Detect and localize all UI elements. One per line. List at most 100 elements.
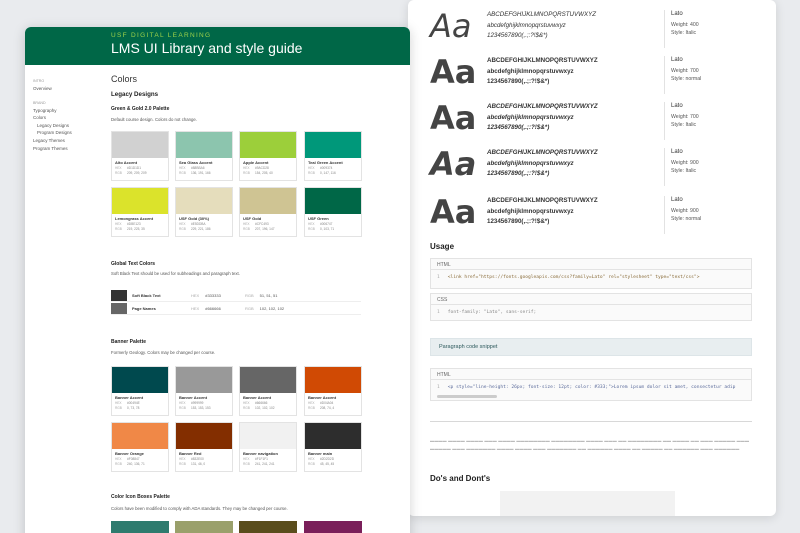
weight-value: 700 bbox=[689, 114, 699, 120]
swatch-rgb: RGB 136, 191, 166 bbox=[176, 171, 232, 176]
color-swatch: Lemongrass Accent HEX #DBE123 RGB 219, 225, … bbox=[111, 187, 169, 237]
code-horizontal-scrollbar[interactable] bbox=[437, 395, 497, 398]
hex-value: #999999 bbox=[191, 401, 204, 405]
hex-value: #666666 bbox=[255, 401, 268, 405]
font-meta: Lato Weight: 700 Style: Italic bbox=[664, 102, 699, 140]
font-sample-row: Aa ABCDEFGHIJKLMNOPQRSTUVWXYZ abcdefghijkl… bbox=[430, 98, 760, 144]
swatch-color-block bbox=[176, 132, 232, 158]
sidebar-item-program-themes[interactable]: Program Themes bbox=[33, 145, 103, 153]
rgb-label: RGB bbox=[115, 462, 122, 467]
font-meta: Lato Weight: 900 Style: normal bbox=[664, 196, 701, 234]
swatch-color-block bbox=[305, 423, 361, 449]
rgb-label: RGB bbox=[115, 227, 122, 232]
html-label-2: HTML bbox=[431, 369, 751, 380]
font-character-samples: ABCDEFGHIJKLMNOPQRSTUVWXYZ abcdefghijklmn… bbox=[487, 148, 598, 180]
swatch-name: Banner Accent bbox=[179, 395, 208, 400]
uppercase-sample: ABCDEFGHIJKLMNOPQRSTUVWXYZ bbox=[487, 57, 598, 64]
swatch-rgb: RGB 153, 153, 153 bbox=[176, 406, 232, 411]
hex-value: #88BBA6 bbox=[191, 166, 205, 170]
rgb-value: 131, 46, 0 bbox=[191, 462, 206, 467]
rgb-value: 0, 73, 78 bbox=[127, 406, 140, 411]
style-value: Italic bbox=[685, 168, 697, 174]
color-icon-box-swatch bbox=[239, 521, 297, 533]
hex-label: HEX bbox=[191, 293, 200, 298]
style-label: Style: bbox=[671, 30, 684, 36]
swatch-name: Alto Accent bbox=[115, 160, 138, 165]
paragraph-code-block: HTML 1 <p style="line-height: 26px; font-… bbox=[430, 368, 752, 401]
style-label: Style: bbox=[671, 122, 684, 128]
rgb-label: RGB bbox=[179, 406, 186, 411]
font-weight: Weight: 700 bbox=[671, 113, 699, 121]
swatch-rgb: RGB 229, 221, 186 bbox=[176, 227, 232, 232]
color-chip bbox=[111, 303, 127, 314]
font-meta: Lato Weight: 400 Style: Italic bbox=[664, 10, 699, 48]
font-weight: Weight: 900 bbox=[671, 159, 699, 167]
font-glyph-preview: Aa bbox=[430, 145, 477, 183]
font-style: Style: Italic bbox=[671, 121, 699, 129]
dos-example-box bbox=[500, 491, 675, 516]
html-code-line[interactable]: 1 <link href="https://fonts.googleapis.co… bbox=[431, 270, 751, 285]
hex-value: #006747 bbox=[320, 222, 333, 226]
html-code: <link href="https://fonts.googleapis.com… bbox=[447, 275, 700, 280]
font-name: Lato bbox=[671, 149, 683, 155]
sidebar-item-legacy-themes[interactable]: Legacy Themes bbox=[33, 137, 103, 145]
color-swatch: Teal Green Accent HEX #009374 RGB 0, 147, 11… bbox=[304, 131, 362, 181]
rgb-value: 240, 136, 71 bbox=[127, 462, 145, 467]
color-swatch: Alto Accent HEX #D1D1D1 RGB 209, 209, 209 bbox=[111, 131, 169, 181]
typography-card: Aa ABCDEFGHIJKLMNOPQRSTUVWXYZ abcdefghijkl… bbox=[408, 0, 776, 516]
digits-sample: 1234567890(,.;:?!$&*) bbox=[487, 78, 550, 85]
css-code-line[interactable]: 1 font-family: "Lato", sans-serif; bbox=[431, 305, 751, 320]
sidebar-item-legacy-designs[interactable]: Legacy Designs bbox=[33, 122, 103, 130]
rgb-label: RGB bbox=[243, 171, 250, 176]
font-glyph-preview: Aa bbox=[430, 7, 472, 45]
font-sample-row: Aa ABCDEFGHIJKLMNOPQRSTUVWXYZ abcdefghijkl… bbox=[430, 6, 760, 52]
swatch-name: Banner Accent bbox=[308, 395, 337, 400]
digits-sample: 1234567890(,.;:?!$&*) bbox=[487, 32, 548, 39]
font-character-samples: ABCDEFGHIJKLMNOPQRSTUVWXYZ abcdefghijklmn… bbox=[487, 10, 596, 42]
color-swatch: Banner main HEX #2D2D2D RGB 45, 45, 45 bbox=[304, 422, 362, 472]
cib-palette-heading: Color Icon Boxes Palette bbox=[111, 494, 170, 500]
uppercase-sample: ABCDEFGHIJKLMNOPQRSTUVWXYZ bbox=[487, 197, 598, 204]
global-hex: HEX #333333 bbox=[191, 293, 221, 298]
swatch-rgb: RGB 102, 102, 102 bbox=[240, 406, 296, 411]
paragraph-snippet-tab[interactable]: Paragraph code snippet bbox=[430, 338, 752, 356]
banner-palette-desc: Formerly Geology. Colors may be changed … bbox=[111, 350, 216, 355]
lowercase-sample: abcdefghijklmnopqrstuvwxyz bbox=[487, 67, 574, 75]
weight-value: 700 bbox=[689, 68, 699, 74]
header-title: LMS UI Library and style guide bbox=[111, 40, 303, 56]
line-number: 1 bbox=[437, 275, 440, 280]
rgb-value: 0, 147, 116 bbox=[320, 171, 336, 176]
weight-label: Weight: bbox=[671, 160, 689, 166]
font-weight: Weight: 700 bbox=[671, 67, 701, 75]
font-weight: Weight: 400 bbox=[671, 21, 699, 29]
swatch-color-block bbox=[240, 367, 296, 393]
css-label: CSS bbox=[431, 294, 751, 305]
sidebar-item-typography[interactable]: Typography bbox=[33, 107, 103, 115]
line-number: 1 bbox=[437, 310, 440, 315]
color-icon-box-swatch bbox=[111, 521, 169, 533]
color-swatch: Banner navigation HEX #F1F1F1 RGB 241, 241, … bbox=[239, 422, 297, 472]
color-swatch: Banner Accent HEX #00494E RGB 0, 73, 78 bbox=[111, 366, 169, 416]
font-sample-row: Aa ABCDEFGHIJKLMNOPQRSTUVWXYZ abcdefghijkl… bbox=[430, 192, 760, 238]
rgb-label: RGB bbox=[308, 227, 315, 232]
font-name: Lato bbox=[671, 197, 683, 203]
sidebar-item-program-designs[interactable]: Program Designs bbox=[33, 129, 103, 137]
swatch-rgb: RGB 209, 209, 209 bbox=[112, 171, 168, 176]
sidebar-item-overview[interactable]: Overview bbox=[33, 85, 103, 93]
page-title: Colors bbox=[111, 74, 138, 84]
color-chip bbox=[111, 290, 127, 301]
swatch-name: Banner Accent bbox=[243, 395, 272, 400]
hex-value: #2D2D2D bbox=[320, 457, 334, 461]
color-swatch: USF Green HEX #006747 RGB 0, 103, 71 bbox=[304, 187, 362, 237]
rgb-label: RGB bbox=[115, 406, 122, 411]
font-sample-row: Aa ABCDEFGHIJKLMNOPQRSTUVWXYZ abcdefghijkl… bbox=[430, 52, 760, 98]
sidebar-item-colors[interactable]: Colors bbox=[33, 114, 103, 122]
hex-value: #D1D1D1 bbox=[127, 166, 141, 170]
swatch-rgb: RGB 131, 46, 0 bbox=[176, 462, 232, 467]
rgb-value: 241, 241, 241 bbox=[255, 462, 275, 467]
swatch-color-block bbox=[305, 188, 361, 214]
paragraph-code-line[interactable]: 1 <p style="line-height: 26px; font-size:… bbox=[431, 380, 751, 395]
font-character-samples: ABCDEFGHIJKLMNOPQRSTUVWXYZ abcdefghijklmn… bbox=[487, 102, 598, 134]
color-icon-box-swatch bbox=[304, 521, 362, 533]
swatch-color-block bbox=[305, 132, 361, 158]
